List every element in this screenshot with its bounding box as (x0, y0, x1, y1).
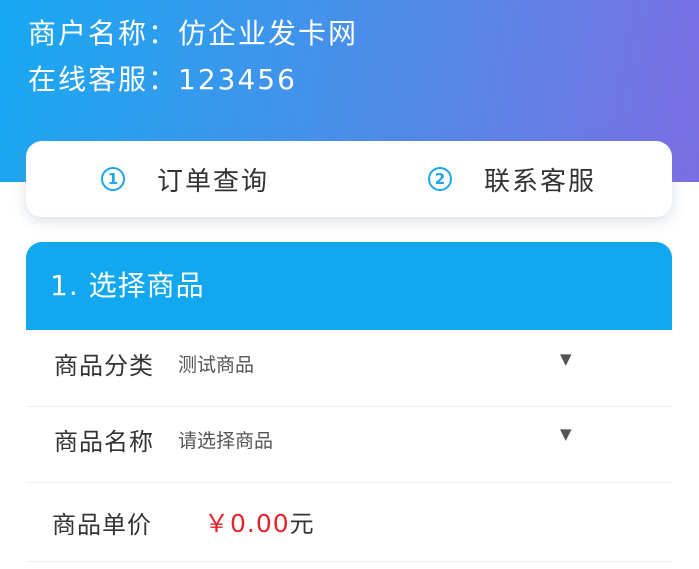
select-product-section-header: 1. 选择商品 (26, 242, 672, 330)
product-price-display: ￥0.00元 (204, 504, 314, 540)
dropdown-arrow-icon: ▼ (560, 350, 572, 368)
tab-order-query-label: 订单查询 (157, 166, 270, 197)
product-name-label: 商品名称 (54, 428, 154, 456)
product-category-label: 商品分类 (54, 352, 154, 380)
number-two-icon: 2 (428, 167, 452, 191)
quick-links-card: 1 订单查询 2 联系客服 (26, 141, 672, 217)
product-name-placeholder: 请选择商品 (178, 430, 274, 452)
online-service-contact: 在线客服：123456 (28, 63, 297, 96)
product-price-amount: ￥0.00 (204, 509, 290, 538)
tab-contact-service-label: 联系客服 (484, 166, 597, 197)
product-category-value: 测试商品 (178, 354, 255, 376)
tab-contact-service[interactable]: 2 联系客服 (428, 141, 596, 217)
section-title: 1. 选择商品 (50, 269, 205, 302)
tab-order-query[interactable]: 1 订单查询 (101, 141, 269, 217)
product-price-unit: 元 (289, 510, 314, 538)
product-price-label: 商品单价 (52, 511, 152, 539)
dropdown-arrow-icon: ▼ (560, 425, 572, 443)
number-one-icon: 1 (101, 167, 125, 191)
product-price-row: 商品单价 ￥0.00元 (26, 483, 672, 562)
merchant-name: 商户名称：仿企业发卡网 (28, 17, 359, 50)
product-category-select[interactable]: 商品分类 测试商品 ▼ (26, 330, 672, 407)
product-name-select[interactable]: 商品名称 请选择商品 ▼ (26, 407, 672, 483)
